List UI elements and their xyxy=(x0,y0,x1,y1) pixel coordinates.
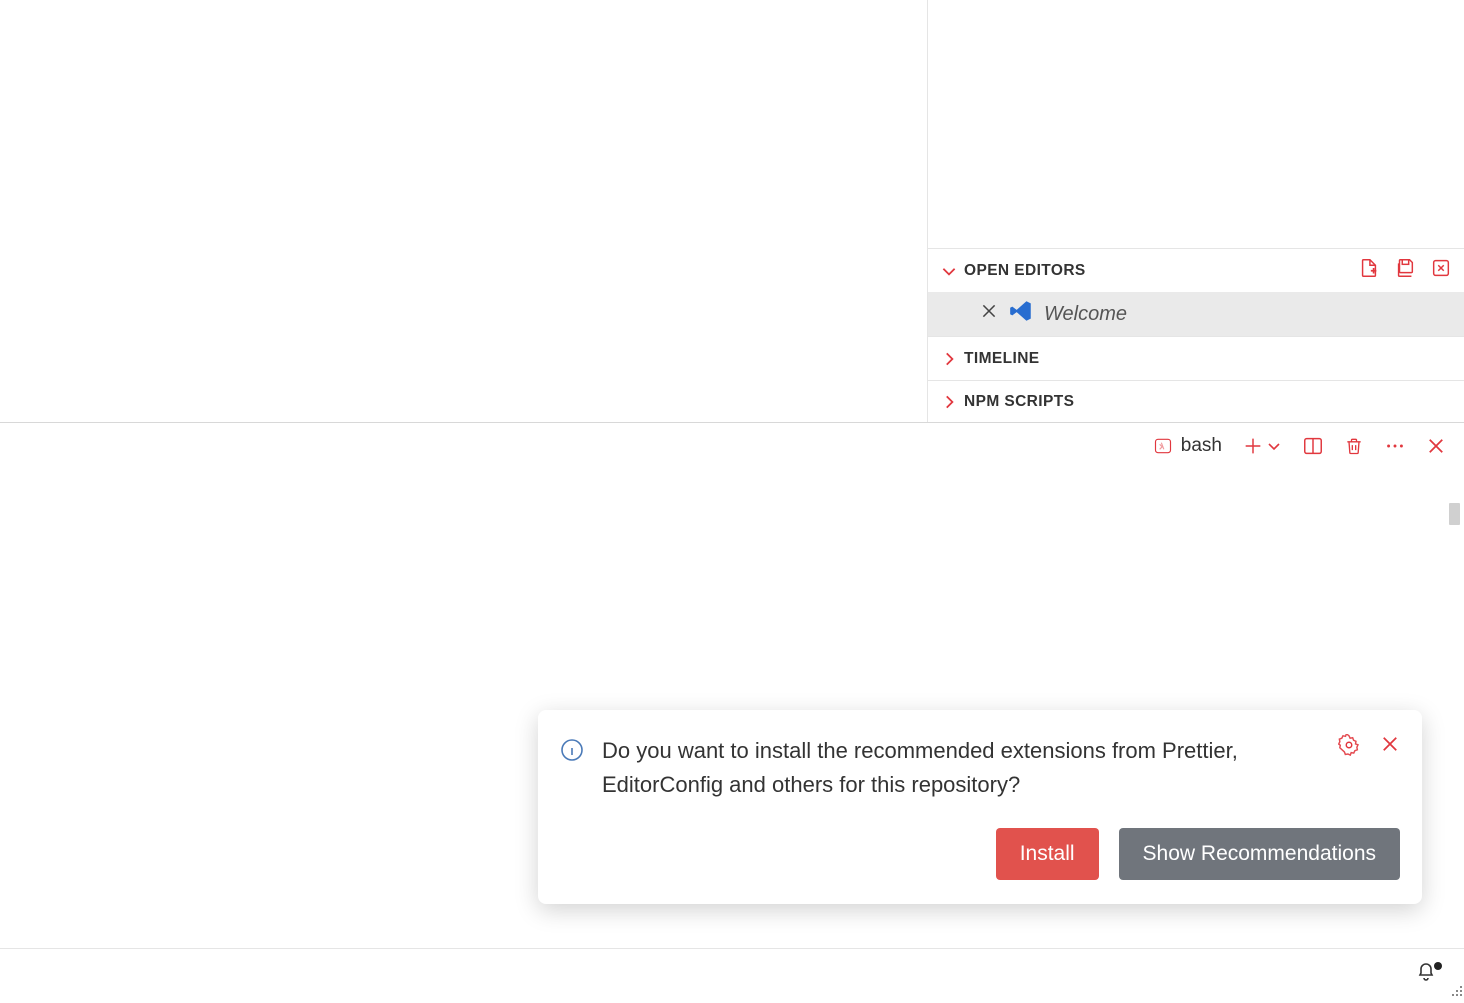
npm-scripts-header[interactable]: NPM SCRIPTS xyxy=(928,380,1464,424)
status-bar xyxy=(0,948,1464,998)
save-all-icon[interactable] xyxy=(1394,257,1416,284)
close-icon[interactable] xyxy=(980,302,998,326)
open-editors-header[interactable]: OPEN EDITORS xyxy=(928,248,1464,292)
editor-area xyxy=(0,0,926,422)
new-terminal-icon[interactable] xyxy=(1242,435,1264,457)
new-untitled-file-icon[interactable] xyxy=(1358,257,1380,284)
timeline-header[interactable]: TIMELINE xyxy=(928,336,1464,380)
terminal-toolbar: bash xyxy=(1153,435,1446,457)
explorer-content xyxy=(928,0,1464,248)
resize-grip-icon[interactable] xyxy=(1440,974,1464,998)
chevron-down-icon xyxy=(938,260,960,282)
terminal-shell-name: bash xyxy=(1181,435,1222,457)
gear-icon[interactable] xyxy=(1338,734,1360,761)
close-notification-icon[interactable] xyxy=(1380,734,1400,761)
npm-scripts-title: NPM SCRIPTS xyxy=(964,393,1464,411)
chevron-right-icon xyxy=(938,391,960,413)
chevron-right-icon xyxy=(938,348,960,370)
close-all-icon[interactable] xyxy=(1430,257,1452,284)
sidebar: OPEN EDITORS Welcome TIMELINE xyxy=(927,0,1464,424)
open-editors-title: OPEN EDITORS xyxy=(964,262,1354,280)
terminal-scrollbar[interactable] xyxy=(1449,503,1460,525)
new-terminal-dropdown-icon[interactable] xyxy=(1266,438,1282,454)
kill-terminal-icon[interactable] xyxy=(1344,436,1364,456)
timeline-title: TIMELINE xyxy=(964,350,1464,368)
notification-toast: Do you want to install the recommended e… xyxy=(538,710,1422,904)
install-button[interactable]: Install xyxy=(996,828,1099,880)
more-actions-icon[interactable] xyxy=(1384,435,1406,457)
info-icon xyxy=(560,738,584,767)
vscode-icon xyxy=(1008,298,1034,330)
open-editor-item[interactable]: Welcome xyxy=(928,292,1464,336)
show-recommendations-button[interactable]: Show Recommendations xyxy=(1119,828,1400,880)
split-terminal-icon[interactable] xyxy=(1302,435,1324,457)
editor-item-name: Welcome xyxy=(1044,303,1127,326)
close-panel-icon[interactable] xyxy=(1426,436,1446,456)
terminal-tab[interactable]: bash xyxy=(1153,435,1222,457)
notification-dot xyxy=(1434,962,1442,970)
notification-message: Do you want to install the recommended e… xyxy=(602,734,1320,802)
